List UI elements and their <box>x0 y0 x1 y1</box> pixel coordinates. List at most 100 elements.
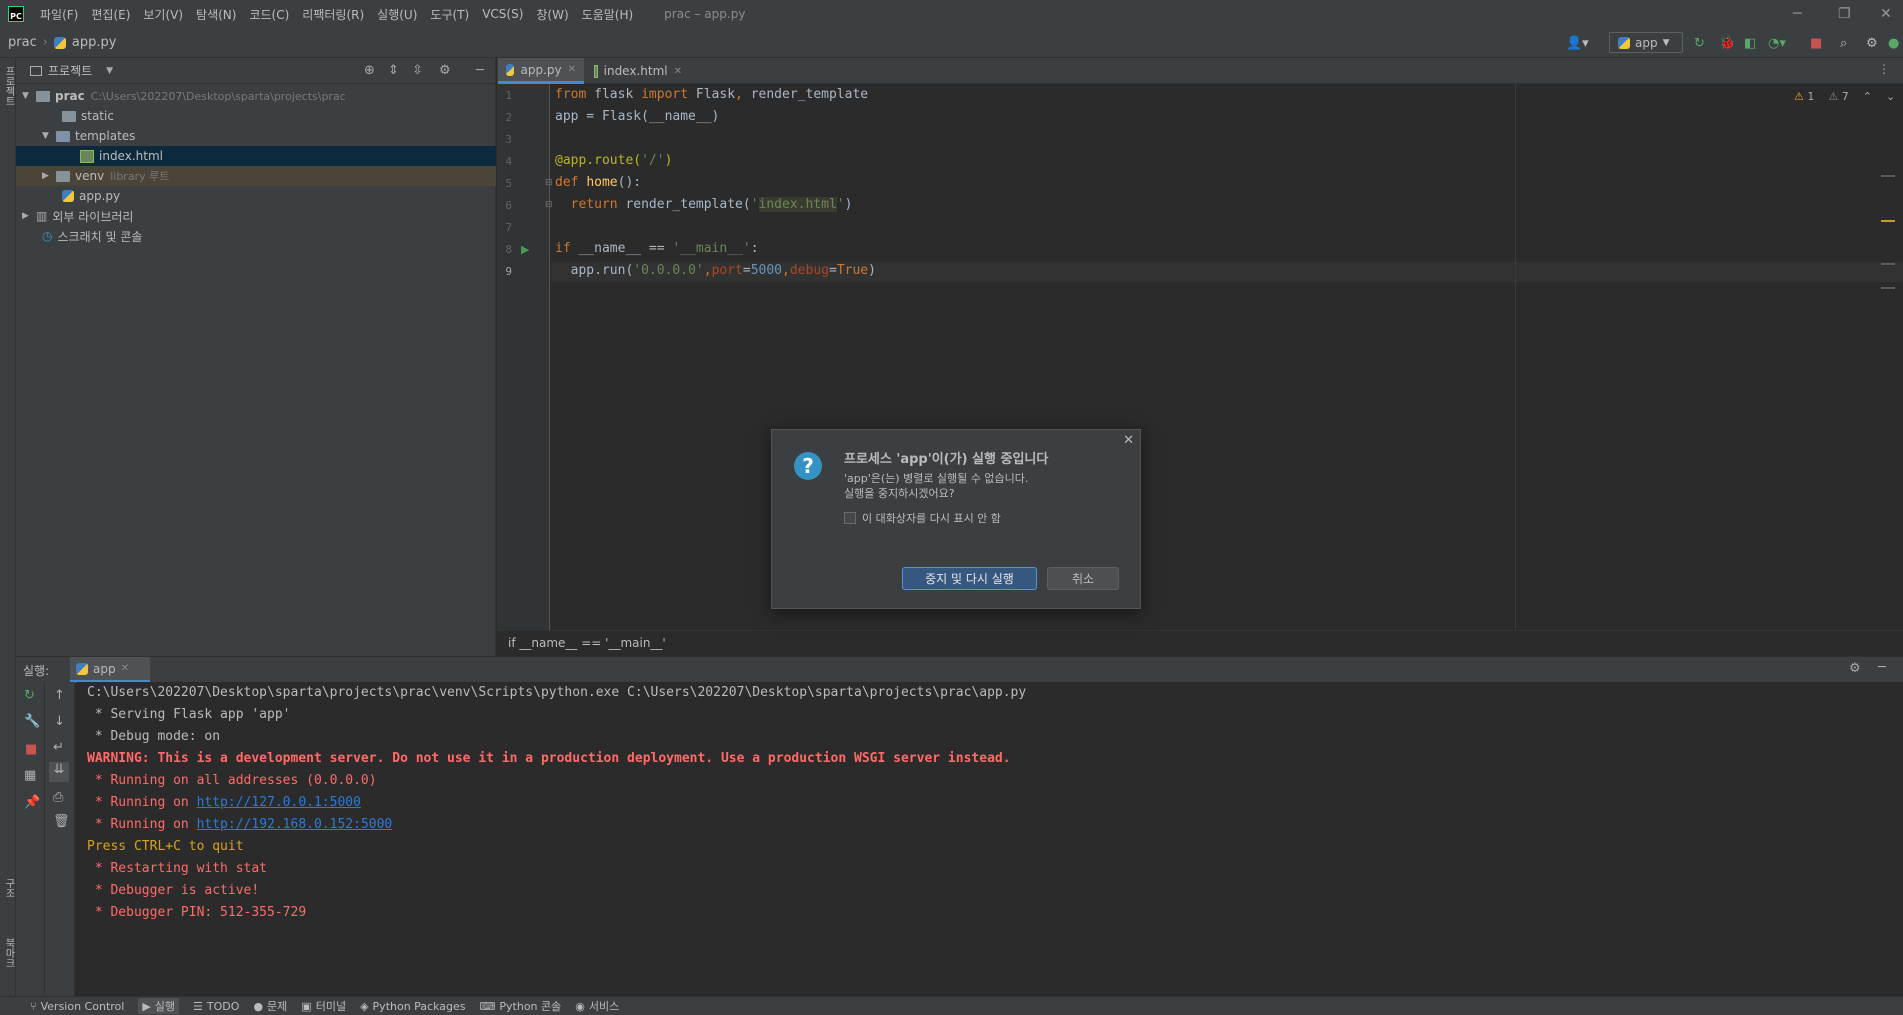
menu-help[interactable]: 도움말(H) <box>582 6 634 23</box>
gear-icon[interactable]: ⚙ <box>1849 661 1861 676</box>
chevron-right-icon[interactable]: ▶ <box>22 211 36 221</box>
line-number: 9 <box>505 265 512 278</box>
tree-item-templates[interactable]: ▼ templates <box>16 126 496 146</box>
console-line: * Running on http://192.168.0.152:5000 <box>87 817 392 832</box>
hide-icon[interactable]: ─ <box>476 63 484 78</box>
chevron-down-icon[interactable]: ▼ <box>42 131 56 141</box>
menu-refactor[interactable]: 리팩터링(R) <box>302 6 364 23</box>
menu-code[interactable]: 코드(C) <box>249 6 289 23</box>
chevron-down-icon[interactable]: ⌄ <box>1886 90 1895 103</box>
tool-tab-todo[interactable]: ☰ TODO <box>193 1000 239 1013</box>
checkbox-box[interactable] <box>844 512 856 524</box>
pin-icon[interactable]: 📌 <box>24 795 40 810</box>
arrow-up-icon[interactable]: ↑ <box>54 688 65 703</box>
run-config-select[interactable]: app ▼ <box>1609 32 1683 53</box>
rerun-icon[interactable]: ↻ <box>24 688 35 703</box>
tool-tab-problems[interactable]: ● 문제 <box>253 998 287 1014</box>
dont-show-checkbox[interactable]: 이 대화상자를 다시 표시 안 함 <box>844 510 1001 526</box>
cancel-button[interactable]: 취소 <box>1047 567 1119 590</box>
project-panel-title[interactable]: 프로젝트 <box>48 62 92 79</box>
settings-icon[interactable]: ⚙ <box>1866 36 1878 51</box>
stop-icon[interactable]: ■ <box>1810 36 1822 51</box>
stop-icon[interactable]: ■ <box>25 742 37 757</box>
close-tab-icon[interactable]: ✕ <box>121 663 129 674</box>
tree-item-scratches[interactable]: ◷ 스크래치 및 콘솔 <box>16 226 496 246</box>
console-link[interactable]: http://192.168.0.152:5000 <box>197 817 393 832</box>
console-link[interactable]: http://127.0.0.1:5000 <box>197 795 361 810</box>
tool-tab-run[interactable]: ▶ 실행 <box>138 998 180 1014</box>
project-tool-tab[interactable]: 프로젝트 <box>1 66 16 106</box>
folder-icon <box>36 90 50 102</box>
tool-tab-python-packages[interactable]: ◈ Python Packages <box>360 1000 465 1013</box>
inspection-widget[interactable]: ⚠ 1 ⚠ 7 ⌃ ⌄ <box>1794 90 1895 103</box>
chevron-down-icon[interactable]: ▼ <box>106 66 113 76</box>
expand-all-icon[interactable]: ⇕ <box>388 63 399 78</box>
layout-icon[interactable]: ▦ <box>24 768 36 783</box>
fold-icon[interactable]: ⊟ <box>545 178 553 188</box>
more-options-icon[interactable]: ⋮ <box>1878 62 1890 76</box>
chevron-right-icon[interactable]: ▶ <box>42 171 56 181</box>
code-editor[interactable] <box>497 84 1903 630</box>
menu-tools[interactable]: 도구(T) <box>430 6 469 23</box>
locate-icon[interactable]: ⊕ <box>364 63 375 78</box>
breadcrumb-project[interactable]: prac <box>8 35 37 50</box>
tree-item-external-libraries[interactable]: ▶ ▥ 외부 라이브러리 <box>16 206 496 226</box>
minimize-icon[interactable]: ─ <box>1793 6 1801 22</box>
user-icon[interactable]: 👤▾ <box>1566 36 1589 51</box>
wrench-icon[interactable]: 🔧 <box>24 714 40 729</box>
bookmarks-tool-tab[interactable]: 북마크 <box>1 938 16 968</box>
run-tab-label: app <box>93 661 116 676</box>
editor-breadcrumb[interactable]: if __name__ == '__main__' <box>508 636 666 650</box>
debug-icon[interactable]: 🐞 <box>1719 36 1735 51</box>
tree-item-venv[interactable]: ▶ venv library 루트 <box>16 166 496 186</box>
tree-item-static[interactable]: static <box>16 106 496 126</box>
collapse-all-icon[interactable]: ⇳ <box>412 63 423 78</box>
stop-and-rerun-button[interactable]: 중지 및 다시 실행 <box>902 567 1037 590</box>
menu-run[interactable]: 실행(U) <box>377 6 417 23</box>
tree-item-prac[interactable]: ▼ prac C:\Users\202207\Desktop\sparta\pr… <box>16 86 496 106</box>
run-console[interactable] <box>76 682 1903 996</box>
soft-wrap-icon[interactable]: ↵ <box>53 740 64 755</box>
menu-file[interactable]: 파일(F) <box>40 6 78 23</box>
menu-edit[interactable]: 편집(E) <box>91 6 130 23</box>
plugin-icon[interactable]: ● <box>1888 36 1899 51</box>
tool-tab-terminal[interactable]: ▣ 터미널 <box>301 998 346 1014</box>
trash-icon[interactable]: 🗑 <box>53 814 70 829</box>
restore-icon[interactable]: ❐ <box>1838 6 1851 22</box>
close-tab-icon[interactable]: ✕ <box>674 66 682 77</box>
tool-tab-services[interactable]: ◉ 서비스 <box>575 998 619 1014</box>
tool-tab-python-console[interactable]: ⌨ Python 콘솔 <box>480 998 562 1014</box>
tool-tab-version-control[interactable]: ⑂ Version Control <box>30 1000 124 1013</box>
menu-navigate[interactable]: 탐색(N) <box>196 6 236 23</box>
print-icon[interactable]: ⎙ <box>53 790 63 805</box>
gear-icon[interactable]: ⚙ <box>439 63 451 78</box>
profile-icon[interactable]: ◔▾ <box>1768 36 1786 51</box>
fold-icon[interactable]: ⊟ <box>545 200 553 210</box>
close-dialog-icon[interactable]: ✕ <box>1123 433 1134 448</box>
close-tab-icon[interactable]: ✕ <box>568 64 576 75</box>
rerun-icon[interactable]: ↻ <box>1694 36 1705 51</box>
close-window-icon[interactable]: ✕ <box>1880 6 1892 22</box>
search-icon[interactable]: ⌕ <box>1840 36 1847 51</box>
run-tab-app[interactable]: app ✕ <box>70 657 150 683</box>
tree-item-index-html[interactable]: index.html <box>16 146 496 166</box>
tree-item-app-py[interactable]: app.py <box>16 186 496 206</box>
chevron-down-icon[interactable]: ▼ <box>22 91 36 101</box>
tab-app-py[interactable]: app.py ✕ <box>498 58 584 84</box>
arrow-down-icon[interactable]: ↓ <box>54 714 65 729</box>
tab-index-html[interactable]: index.html ✕ <box>586 58 690 84</box>
hide-icon[interactable]: ─ <box>1878 660 1886 675</box>
structure-tool-tab[interactable]: 구조 <box>1 878 16 898</box>
run-gutter-icon[interactable]: ▶ <box>521 243 529 256</box>
chevron-up-icon[interactable]: ⌃ <box>1863 90 1872 103</box>
library-icon: ▥ <box>36 209 48 223</box>
menu-window[interactable]: 창(W) <box>536 6 568 23</box>
tool-tab-label: Python 콘솔 <box>499 1000 562 1013</box>
breadcrumb-file[interactable]: app.py <box>72 35 117 50</box>
coverage-icon[interactable]: ◧ <box>1744 36 1756 51</box>
left-tool-strip: 프로젝트 구조 북마크 <box>0 58 16 1002</box>
scroll-to-end-icon[interactable]: ⇊ <box>49 762 69 782</box>
menu-vcs[interactable]: VCS(S) <box>482 7 523 21</box>
terminal-icon: ▣ <box>301 999 312 1013</box>
menu-view[interactable]: 보기(V) <box>143 6 183 23</box>
